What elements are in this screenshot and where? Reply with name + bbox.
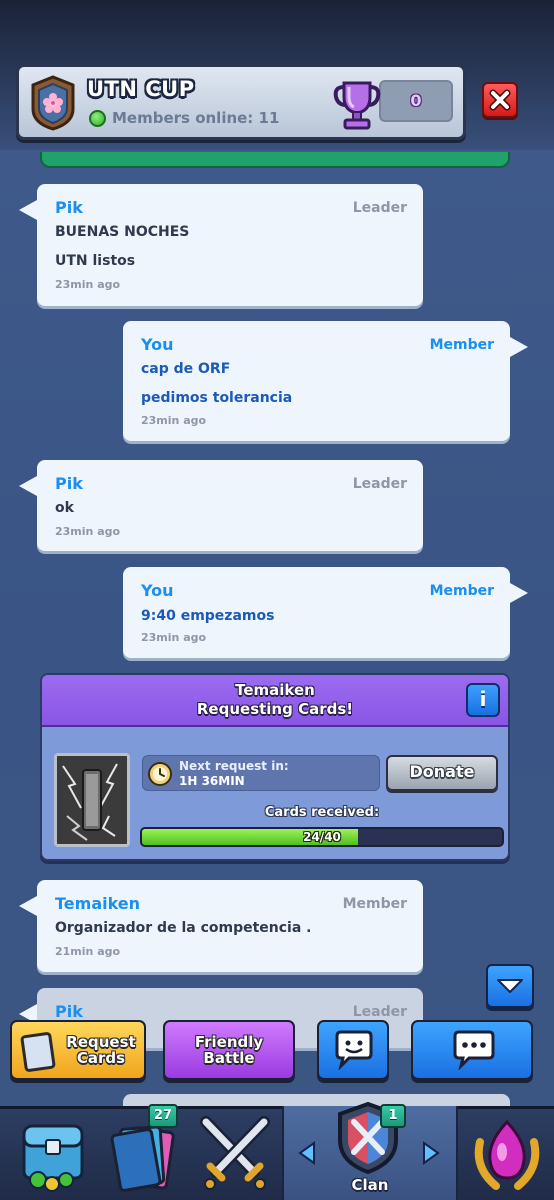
nav-clan-label: Clan [351,1176,389,1194]
message-role: Leader [352,200,407,216]
donate-button[interactable]: Donate [386,755,498,791]
request-title: Requesting Cards! [196,700,354,718]
scroll-down-button[interactable] [486,964,534,1008]
message-role: Leader [352,476,407,492]
message-text: ok [55,500,74,516]
close-button[interactable] [482,82,518,118]
chest-icon [22,1124,84,1192]
lightning-card-icon [57,756,127,844]
nav-tab-shop[interactable] [14,1112,94,1196]
card-request-header: Temaiken Requesting Cards! i [42,675,508,727]
message-time: 23min ago [141,631,207,644]
next-request-label: Next request in: [179,759,289,773]
message-author: You [141,581,174,600]
chat-icon [453,1030,495,1070]
next-request-timer: Next request in: 1H 36MIN [142,755,380,791]
message-role: Leader [352,1004,407,1020]
friendly-battle-button[interactable]: Friendly Battle [163,1020,295,1080]
chat-message: Temaiken Member Organizador de la compet… [19,880,423,972]
trophy-icon [333,81,381,130]
clan-name: UTN CUP [87,77,195,101]
chat-message: Pik Leader ok 23min ago [19,460,423,551]
friendly-battle-label-2: Battle [203,1049,255,1067]
message-text: cap de ORF [141,361,231,377]
clan-header: UTN CUP Members online: 11 0 [16,64,466,140]
message-author: You [141,335,174,354]
cards-received-progress: 24/40 [140,827,504,847]
clan-trophy-count: 0 [410,91,422,110]
close-icon [489,89,511,111]
message-text: BUENAS NOCHES [55,224,190,240]
info-button[interactable]: i [466,683,500,717]
nav-next-arrow[interactable] [420,1140,442,1166]
crossed-swords-icon [200,1116,270,1190]
card-icon [20,1032,56,1072]
message-role: Member [342,896,407,912]
chevron-down-icon [497,979,523,993]
message-text: UTN listos [55,253,136,269]
emote-icon [335,1030,373,1070]
emote-button[interactable] [317,1020,389,1080]
chat-message: You Member 9:40 empezamos 23min ago [123,567,528,658]
message-role: Member [429,337,494,353]
chevron-right-icon [423,1141,440,1165]
message-text: Organizador de la competencia . [55,920,312,936]
nav-prev-arrow[interactable] [296,1140,318,1166]
message-author: Pik [55,1002,83,1021]
next-request-value: 1H 36MIN [179,774,245,788]
nav-tab-battle[interactable] [196,1114,274,1194]
request-cards-button[interactable]: Request Cards [10,1020,146,1080]
cards-badge: 27 [148,1104,179,1128]
chat-message: Pik Leader BUENAS NOCHES UTN listos 23mi… [19,184,423,306]
message-role: Member [429,583,494,599]
cards-received-label: Cards received: [264,805,380,820]
laurel-gem-icon [474,1119,540,1190]
cards-received-count: 24/40 [303,830,341,844]
members-online: Members online: 11 [112,109,280,127]
message-author: Pik [55,198,83,217]
previous-message-edge [40,152,510,168]
request-cards-label-2: Cards [76,1049,126,1067]
card-request-panel: Temaiken Requesting Cards! i Next reques… [40,673,510,861]
message-time: 23min ago [55,278,121,291]
chevron-left-icon [298,1141,315,1165]
chat-button[interactable] [411,1020,533,1080]
clan-badge-icon [31,75,75,131]
message-text: pedimos tolerancia [141,390,293,406]
message-text: 9:40 empezamos [141,608,275,624]
clan-badge: 1 [380,1104,406,1128]
message-time: 21min ago [55,945,121,958]
chat-message: You Member cap de ORF pedimos tolerancia… [123,321,528,441]
message-time: 23min ago [141,414,207,427]
nav-tab-events[interactable] [466,1112,548,1196]
online-status-icon [89,110,106,127]
timer-icon [148,762,172,786]
message-author: Temaiken [55,894,141,913]
request-player-name: Temaiken [235,681,315,699]
message-time: 23min ago [55,525,121,538]
requested-card-image [54,753,130,847]
message-author: Pik [55,474,83,493]
